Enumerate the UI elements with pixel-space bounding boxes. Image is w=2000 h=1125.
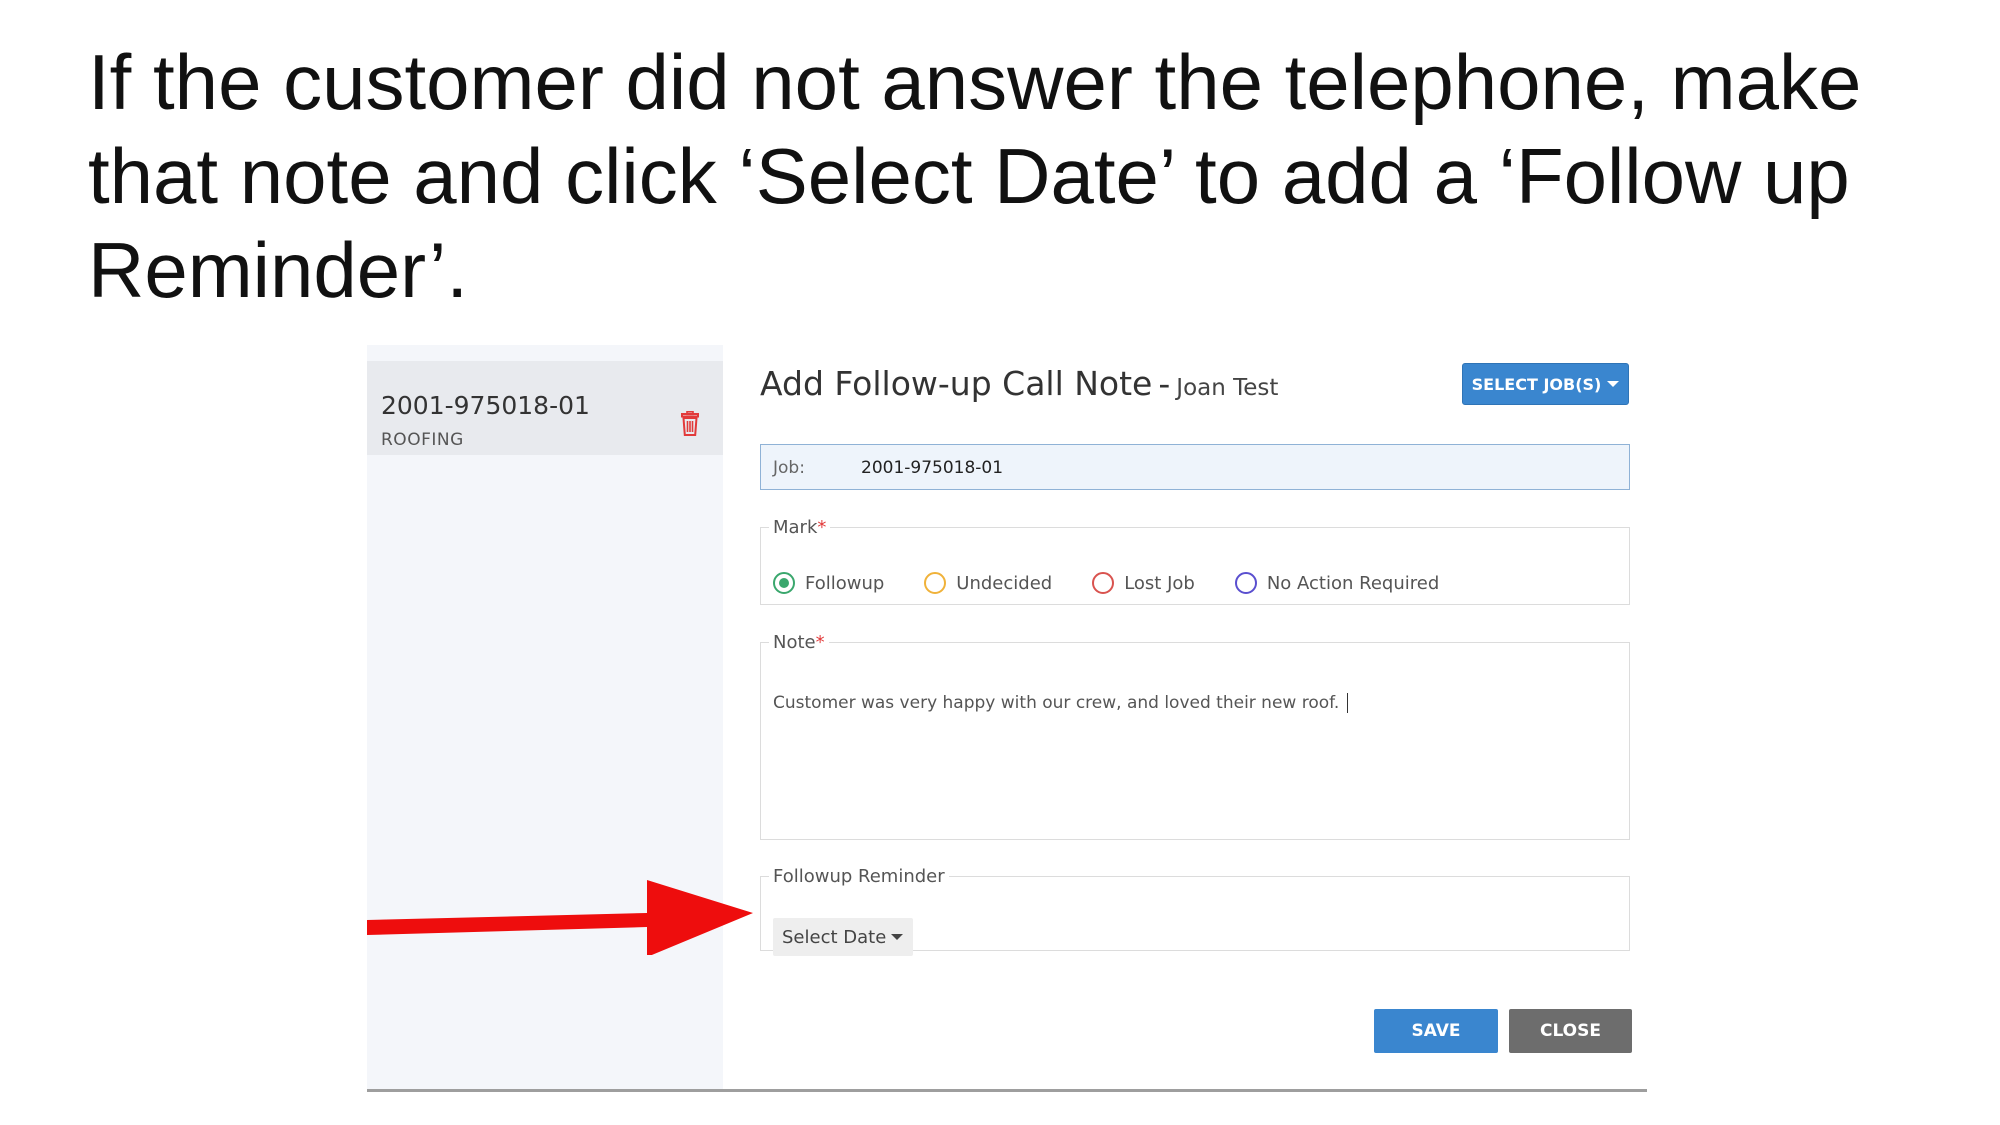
text-cursor [1347,693,1349,713]
title-separator: - [1158,364,1171,403]
mark-label: Mark [773,517,818,538]
slide-instruction: If the customer did not answer the telep… [88,38,1862,314]
mark-option-label: Followup [805,572,885,594]
note-value: Customer was very happy with our crew, a… [773,693,1340,713]
mark-option-label: Undecided [956,572,1053,594]
mark-options: Followup Undecided Lost Job No Action Re… [773,568,1479,598]
radio-unselected-icon[interactable] [924,572,947,594]
mark-option-undecided[interactable]: Undecided [924,572,1052,594]
caret-down-icon [891,934,903,940]
job-field-label: Job: [773,458,805,478]
job-field: Job: 2001-975018-01 [760,444,1630,490]
trash-icon[interactable] [679,411,701,437]
sidebar-job-card[interactable]: 2001-975018-01 ROOFING [367,361,723,455]
mark-legend: Mark* [769,517,830,538]
required-marker: * [815,632,825,653]
select-date-button[interactable]: Select Date [773,918,913,956]
caret-down-icon [1607,381,1620,387]
note-textarea[interactable]: Customer was very happy with our crew, a… [773,693,1613,713]
dialog-title-text: Add Follow-up Call Note [760,364,1153,403]
sidebar-job-number: 2001-975018-01 [381,391,590,420]
note-label: Note [773,632,816,653]
job-field-value: 2001-975018-01 [861,458,1004,478]
mark-option-no-action[interactable]: No Action Required [1234,572,1440,594]
mark-option-followup[interactable]: Followup [773,572,884,594]
followup-reminder-group: Followup Reminder Select Date [760,866,1630,956]
mark-option-label: No Action Required [1266,572,1440,594]
note-group[interactable]: Note* Customer was very happy with our c… [760,632,1630,840]
save-button[interactable]: SAVE [1374,1009,1498,1053]
customer-name: Joan Test [1176,375,1279,401]
close-button[interactable]: CLOSE [1509,1009,1632,1053]
required-marker: * [817,517,827,538]
radio-unselected-icon[interactable] [1092,572,1115,594]
red-arrow-icon [367,880,753,955]
divider [367,1089,1647,1092]
dialog-title: Add Follow-up Call Note - Joan Test [760,364,1278,403]
job-sidebar: 2001-975018-01 ROOFING [367,345,723,1089]
select-jobs-label: SELECT JOB(S) [1471,374,1602,394]
mark-option-label: Lost Job [1124,572,1195,594]
radio-unselected-icon[interactable] [1234,572,1257,594]
select-jobs-button[interactable]: SELECT JOB(S) [1462,363,1629,405]
radio-selected-icon[interactable] [773,572,795,594]
note-legend: Note* [769,632,829,653]
reminder-label: Followup Reminder [773,866,945,887]
mark-group: Mark* Followup Undecided Lost Job No Act… [760,517,1630,605]
select-date-label: Select Date [782,926,887,948]
sidebar-job-trade: ROOFING [381,430,464,450]
mark-option-lost-job[interactable]: Lost Job [1092,572,1195,594]
